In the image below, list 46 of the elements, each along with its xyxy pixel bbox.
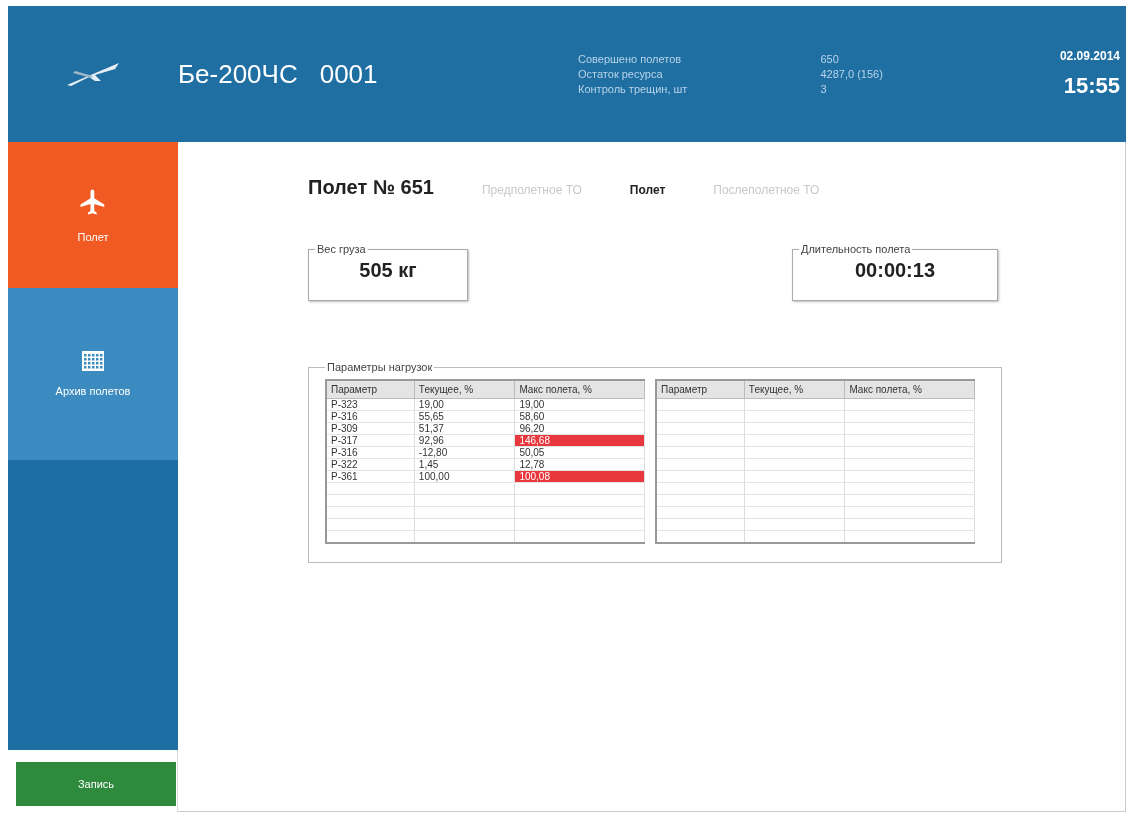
sidebar-item[interactable]: Полет <box>8 142 178 288</box>
stat-label: Остаток ресурса <box>578 68 664 80</box>
table-cell: 50,05 <box>514 446 645 459</box>
table-cell: 96,20 <box>514 422 645 435</box>
time: 15:55 <box>1063 73 1120 99</box>
box-legend: Длительность полета <box>799 243 913 255</box>
stage-tab[interactable]: Полет <box>629 183 666 197</box>
table-cell: -12,80 <box>414 446 515 459</box>
table-cell: P-361 <box>326 470 415 483</box>
table-cell: P-316 <box>326 410 415 423</box>
column-header: Текущее, % <box>744 380 845 399</box>
table-cell: 55,65 <box>414 410 515 423</box>
stat-value: 3 <box>820 83 828 95</box>
stat-value: 650 <box>820 53 840 65</box>
stat-value: 4287,0 (156) <box>820 68 884 80</box>
column-header: Макс полета, % <box>844 380 975 399</box>
column-header: Параметр <box>656 380 745 399</box>
stat-label: Совершено полетов <box>578 53 683 65</box>
table-cell: 12,78 <box>514 458 645 471</box>
aircraft-model: Бе-200ЧС <box>178 58 298 90</box>
grid-icon <box>82 351 104 371</box>
table-cell: 58,60 <box>514 410 645 423</box>
table-cell: P-322 <box>326 458 415 471</box>
flight-title: Полет № 651 <box>308 176 434 199</box>
table-cell: P-323 <box>326 398 415 411</box>
aircraft-number: 0001 <box>319 58 378 90</box>
date: 02.09.2014 <box>1059 49 1120 63</box>
table-cell: P-309 <box>326 422 415 435</box>
table-cell: 19,00 <box>414 398 515 411</box>
box-legend: Вес груза <box>315 243 368 255</box>
record-button[interactable]: Запись <box>16 762 176 806</box>
table-cell: 92,96 <box>414 434 515 447</box>
stat-label: Контроль трещин, шт <box>578 83 689 95</box>
table-cell: P-316 <box>326 446 415 459</box>
table-cell: 1,45 <box>414 458 515 471</box>
table-cell: 100,00 <box>414 470 515 483</box>
table-cell: P-317 <box>326 434 415 447</box>
table-cell: 19,00 <box>514 398 645 411</box>
cargo-weight-value: 505 кг <box>359 259 417 283</box>
panel-legend: Параметры нагрузок <box>325 361 435 373</box>
sidebar-item[interactable]: Архив полетов <box>8 288 178 460</box>
column-header: Параметр <box>326 380 415 399</box>
column-header: Макс полета, % <box>514 380 645 399</box>
flight-duration-value: 00:00:13 <box>854 259 936 283</box>
table-cell: 51,37 <box>414 422 515 435</box>
column-header: Текущее, % <box>414 380 515 399</box>
